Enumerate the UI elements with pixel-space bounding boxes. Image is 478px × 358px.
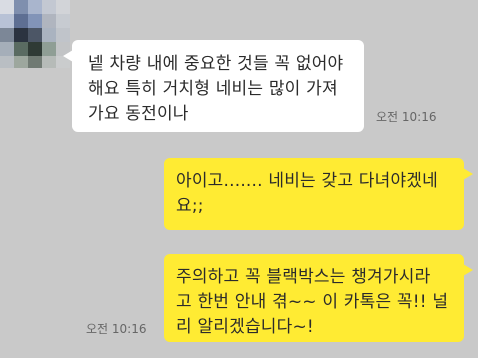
outgoing-message-text: 주의하고 꼭 블랙박스는 챙겨가시라 고 한번 안내 겪~~ 이 카톡은 꼭!!… xyxy=(176,267,449,337)
outgoing-message-bubble[interactable]: 아이고....... 네비는 갖고 다녀야겠네 요;; xyxy=(164,158,473,230)
outgoing-message-text: 아이고....... 네비는 갖고 다녀야겠네 요;; xyxy=(176,171,438,216)
sender-avatar[interactable] xyxy=(0,0,70,68)
incoming-message-bubble[interactable]: 넽 차량 내에 중요한 것들 꼭 없어야 해요 특히 거치형 네비는 많이 가져… xyxy=(63,40,364,132)
incoming-message-time: 오전 10:16 xyxy=(376,110,437,124)
incoming-message-text: 넽 차량 내에 중요한 것들 꼭 없어야 해요 특히 거치형 네비는 많이 가져… xyxy=(88,54,344,124)
outgoing-message-time: 오전 10:16 xyxy=(86,322,147,336)
outgoing-message-bubble[interactable]: 주의하고 꼭 블랙박스는 챙겨가시라 고 한번 안내 겪~~ 이 카톡은 꼭!!… xyxy=(164,254,473,342)
